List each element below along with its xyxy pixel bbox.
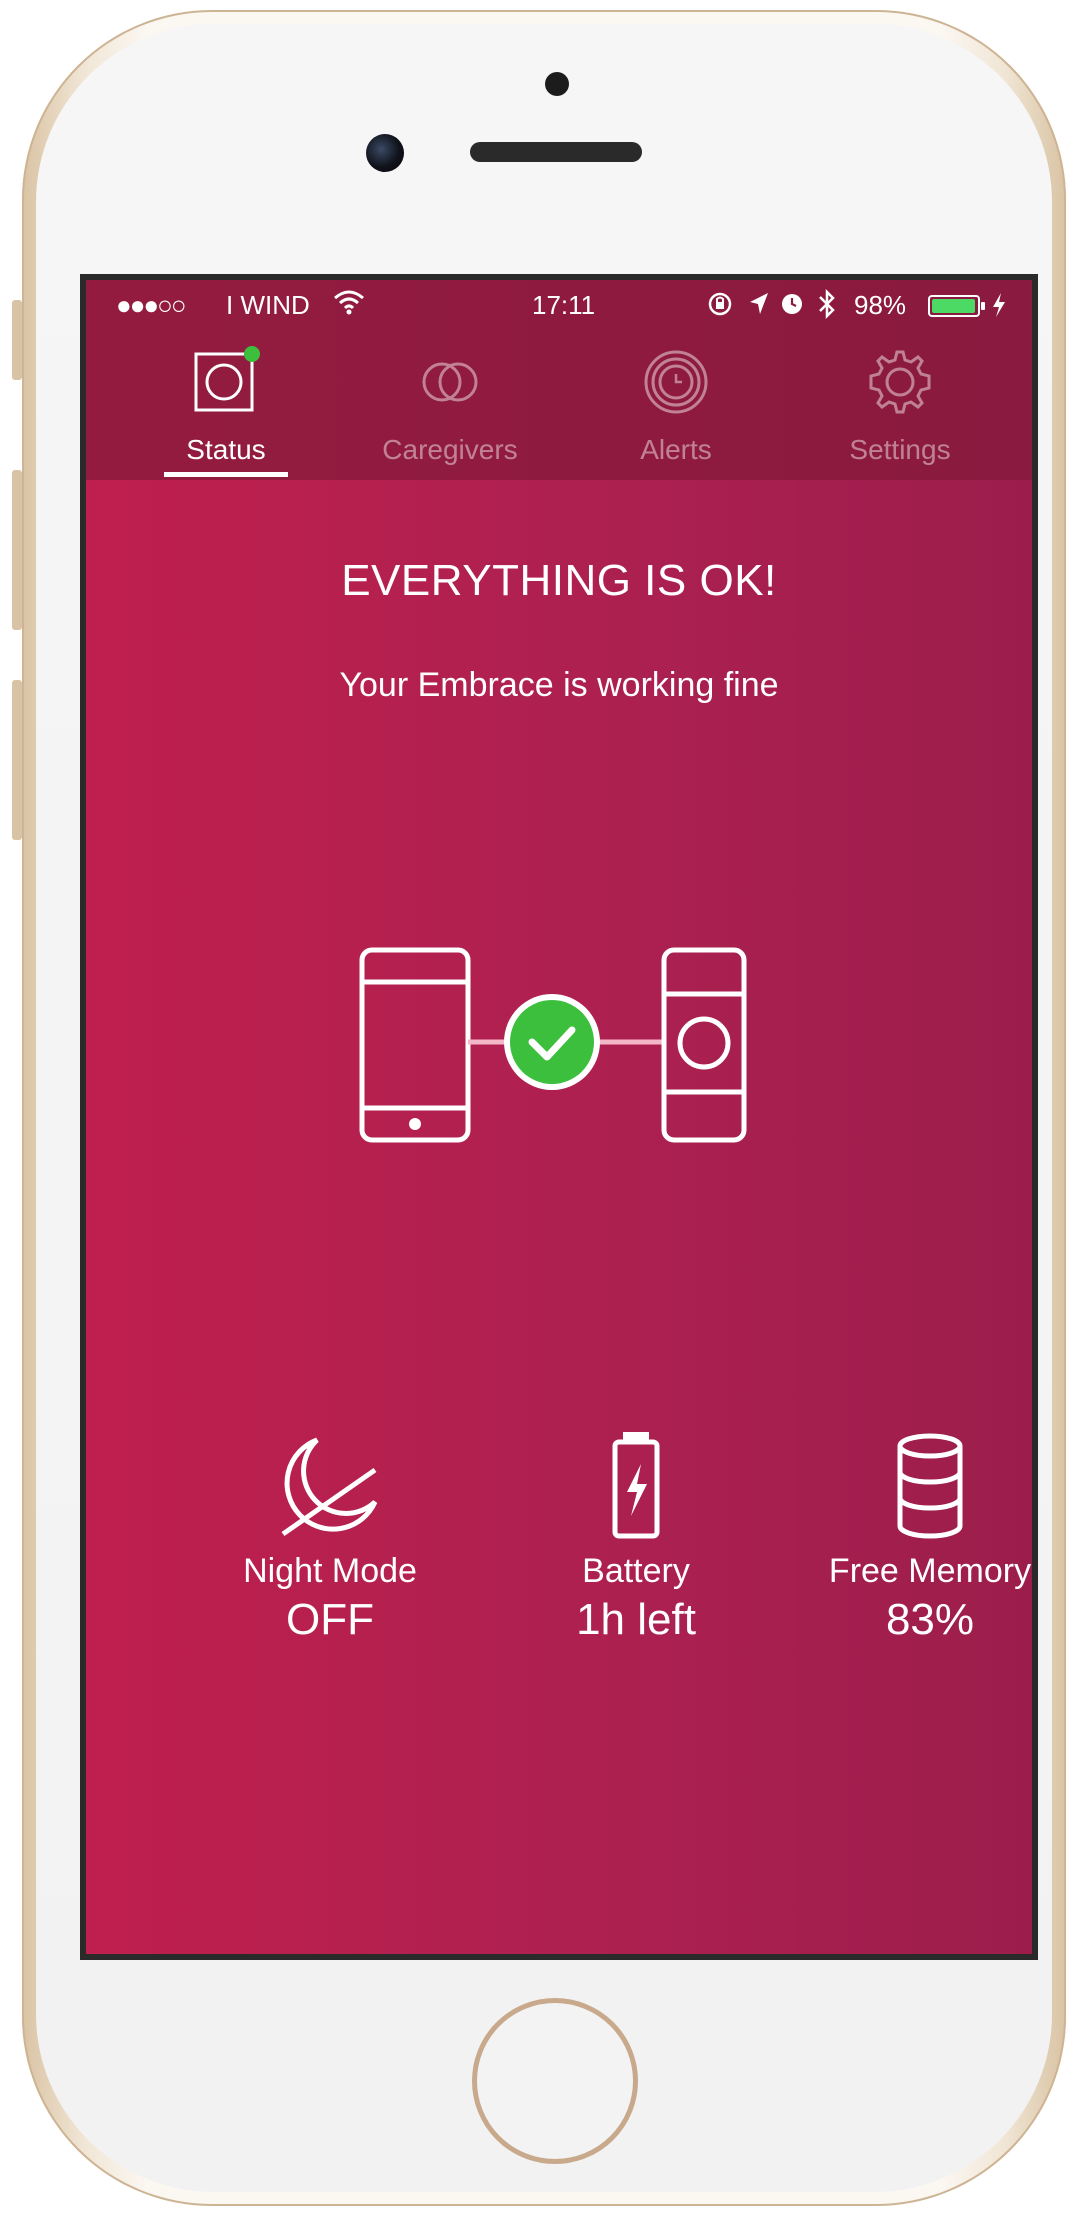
wifi-icon bbox=[332, 288, 366, 323]
earpiece-speaker bbox=[470, 142, 642, 162]
phone-outline-icon bbox=[359, 947, 471, 1143]
clock-time: 17:11 bbox=[532, 290, 596, 320]
stat-battery-value: 1h left bbox=[576, 1595, 696, 1644]
screen: ●●●○○ I WIND 17:11 98% Status Caregivers… bbox=[80, 274, 1038, 1960]
status-title: EVERYTHING IS OK! bbox=[341, 556, 777, 605]
stat-battery: Battery 1h left bbox=[486, 1430, 786, 1645]
stat-battery-label: Battery bbox=[582, 1552, 690, 1590]
battery-tip bbox=[981, 302, 985, 310]
charging-bolt-icon bbox=[991, 292, 1007, 325]
tab-alerts[interactable]: Alerts bbox=[566, 330, 786, 480]
home-button[interactable] bbox=[472, 1998, 638, 2164]
stat-night-mode[interactable]: Night Mode OFF bbox=[180, 1430, 480, 1645]
check-circle-icon bbox=[504, 994, 600, 1090]
proximity-sensor bbox=[545, 72, 569, 96]
stat-free-memory: Free Memory 83% bbox=[780, 1430, 1032, 1645]
tab-caregivers[interactable]: Caregivers bbox=[340, 330, 560, 480]
stat-night-mode-value: OFF bbox=[286, 1595, 374, 1644]
battery-bolt-icon bbox=[581, 1430, 691, 1540]
tab-bar: Status Caregivers Alerts Settings bbox=[86, 330, 1032, 480]
carrier-name: I WIND bbox=[226, 290, 310, 320]
top-bar: ●●●○○ I WIND 17:11 98% Status Caregivers… bbox=[86, 280, 1032, 480]
app-screen: ●●●○○ I WIND 17:11 98% Status Caregivers… bbox=[86, 280, 1032, 1954]
volume-up-button bbox=[12, 470, 22, 630]
battery-icon bbox=[928, 295, 980, 317]
moon-icon bbox=[275, 1430, 385, 1540]
caregivers-icon bbox=[414, 346, 486, 418]
front-camera bbox=[366, 134, 404, 172]
tab-alerts-label: Alerts bbox=[640, 434, 712, 465]
battery-percent: 98% bbox=[854, 290, 907, 320]
signal-dots-icon: ●●●○○ bbox=[116, 290, 187, 320]
tab-caregivers-label: Caregivers bbox=[382, 434, 518, 465]
active-tab-indicator bbox=[164, 472, 288, 477]
gear-icon bbox=[864, 346, 936, 418]
connection-illustration bbox=[356, 920, 756, 1160]
status-subtitle: Your Embrace is working fine bbox=[339, 666, 779, 704]
status-bar: ●●●○○ I WIND 17:11 98% bbox=[86, 280, 1032, 330]
rotation-lock-icon bbox=[706, 290, 734, 325]
bluetooth-icon bbox=[816, 288, 838, 327]
stat-free-memory-label: Free Memory bbox=[828, 1552, 1032, 1590]
mute-switch bbox=[12, 300, 22, 380]
tab-status-label: Status bbox=[186, 434, 266, 465]
alarm-icon bbox=[778, 289, 806, 324]
database-icon bbox=[875, 1430, 985, 1540]
tab-status[interactable]: Status bbox=[116, 330, 336, 480]
location-arrow-icon bbox=[746, 290, 772, 325]
wristband-icon bbox=[661, 947, 747, 1143]
tab-settings-label: Settings bbox=[849, 434, 951, 465]
alerts-icon bbox=[640, 346, 712, 418]
tab-settings[interactable]: Settings bbox=[790, 330, 1010, 480]
volume-down-button bbox=[12, 680, 22, 840]
stat-night-mode-label: Night Mode bbox=[243, 1552, 417, 1590]
stat-free-memory-value: 83% bbox=[885, 1595, 975, 1644]
status-watch-icon bbox=[190, 346, 262, 418]
